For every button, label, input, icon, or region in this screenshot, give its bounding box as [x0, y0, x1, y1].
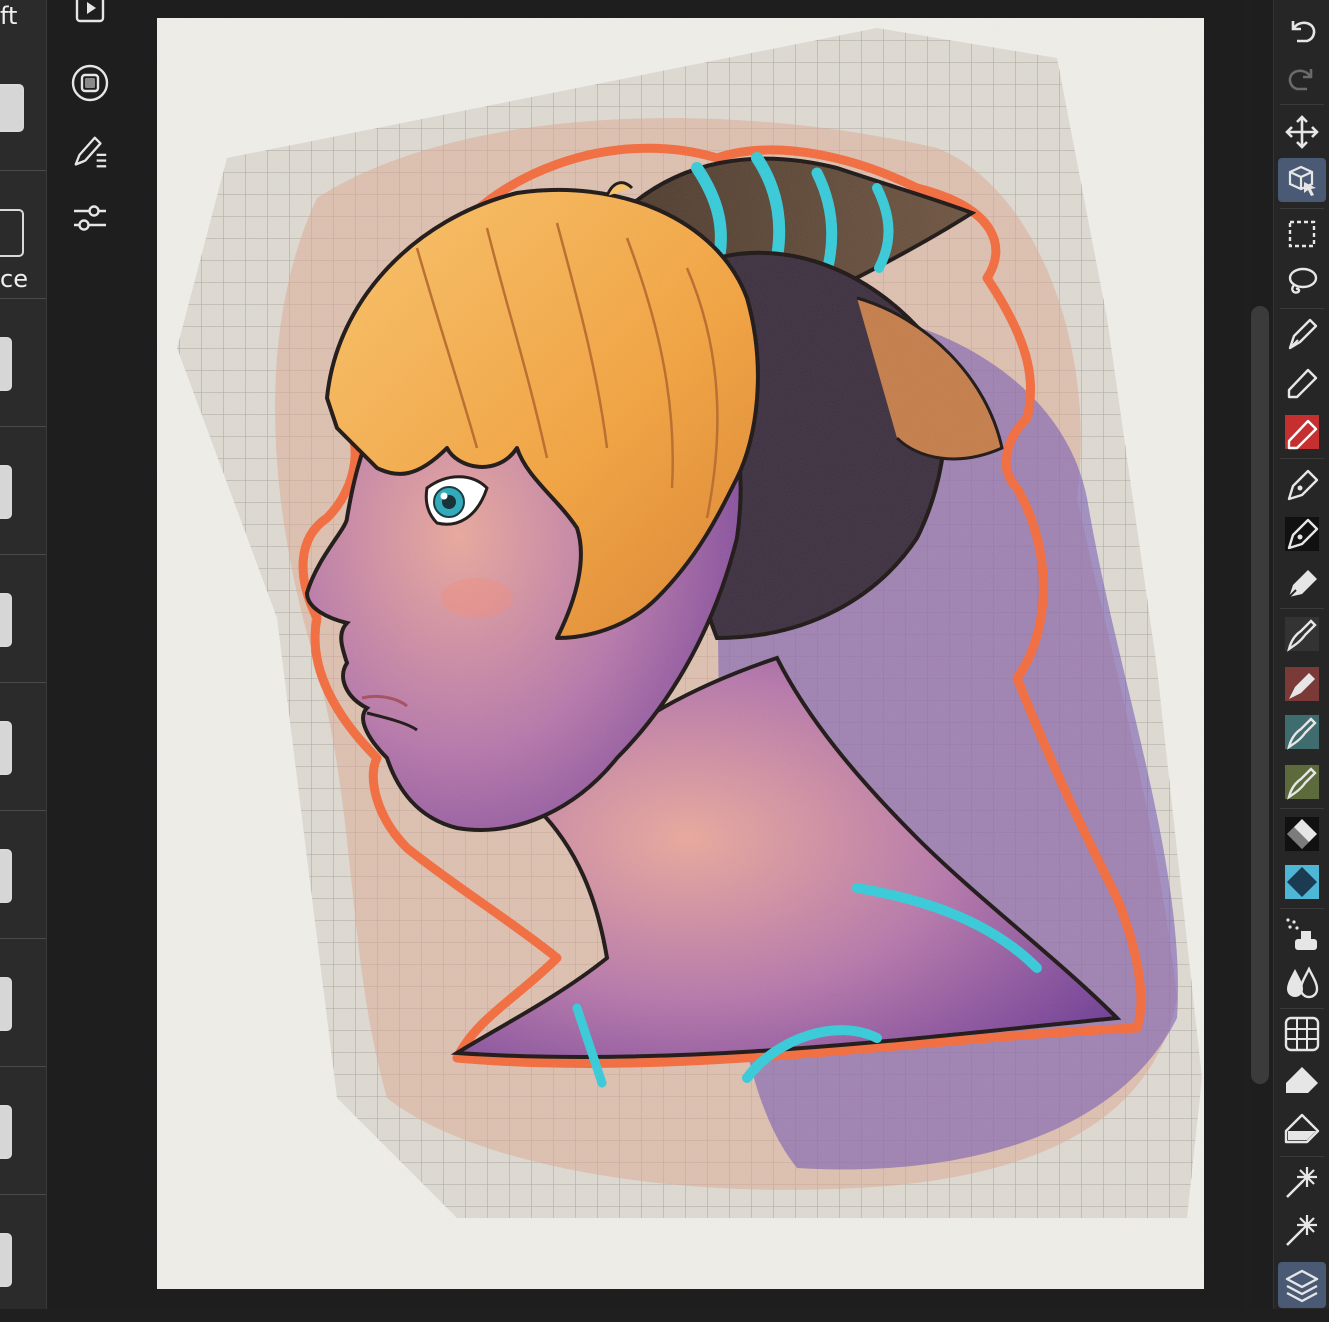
rect-select-icon[interactable]	[1278, 212, 1326, 256]
chisel-pen-icon[interactable]	[1278, 560, 1326, 604]
layer-thumb-cell[interactable]	[0, 44, 46, 171]
brush-green-icon[interactable]	[1278, 760, 1326, 804]
record-stop-icon[interactable]	[70, 63, 110, 103]
brush-teal-icon[interactable]	[1278, 710, 1326, 754]
layer-strip: ft ce	[0, 0, 47, 1309]
layer-thumbnail[interactable]	[0, 84, 24, 132]
marker-icon[interactable]	[1278, 360, 1326, 404]
redo-icon[interactable]	[1278, 56, 1326, 100]
layer-thumbnail[interactable]	[0, 977, 12, 1031]
magic-wand-alt-icon[interactable]	[1278, 1208, 1326, 1252]
layer-thumbnail[interactable]	[0, 465, 12, 519]
magic-wand-icon[interactable]	[1278, 1160, 1326, 1204]
move-icon[interactable]	[1278, 110, 1326, 154]
blue-eraser-icon[interactable]	[1278, 860, 1326, 904]
eraser-icon[interactable]	[1278, 812, 1326, 856]
scrollbar-thumb[interactable]	[1251, 306, 1269, 1084]
layer-thumbnail[interactable]	[0, 593, 12, 647]
pen-icon[interactable]	[1278, 312, 1326, 356]
brush-dark-icon[interactable]	[1278, 612, 1326, 656]
dark-pen-icon[interactable]	[1278, 512, 1326, 556]
layer-thumbnail[interactable]	[0, 721, 12, 775]
layer-thumbnail[interactable]	[0, 1233, 12, 1287]
layer-thumb-cell[interactable]	[0, 427, 46, 555]
fill-bucket-outline-icon[interactable]	[1278, 1108, 1326, 1152]
canvas-area[interactable]	[133, 0, 1245, 1309]
panel-label-middle: ce	[0, 265, 28, 293]
fill-bucket-icon[interactable]	[1278, 1060, 1326, 1104]
airbrush-icon[interactable]	[1278, 912, 1326, 956]
layer-thumb-cell[interactable]	[0, 1195, 46, 1322]
layer-thumb-cell[interactable]: ce	[0, 171, 46, 299]
layer-thumbnail[interactable]	[0, 849, 12, 903]
blend-drops-icon[interactable]	[1278, 960, 1326, 1004]
layer-thumbnail[interactable]	[0, 337, 12, 391]
layer-thumb-cell[interactable]	[0, 939, 46, 1067]
layer-thumb-cell[interactable]	[0, 299, 46, 427]
artwork-illustration	[157, 18, 1204, 1289]
layer-thumb-cell[interactable]	[0, 811, 46, 939]
panel-label-top: ft	[0, 2, 18, 30]
lasso-select-icon[interactable]	[1278, 260, 1326, 304]
brush-red-icon[interactable]	[1278, 662, 1326, 706]
layer-thumb-cell[interactable]	[0, 683, 46, 811]
layer-thumb-cell[interactable]	[0, 1067, 46, 1195]
tool-column	[47, 0, 133, 1309]
brush-settings-icon[interactable]	[70, 132, 110, 172]
layer-thumb-cell[interactable]	[0, 555, 46, 683]
transform-3d-icon[interactable]	[1278, 158, 1326, 202]
layers-icon[interactable]	[1278, 1262, 1326, 1308]
adjustment-sliders-icon[interactable]	[70, 198, 110, 238]
red-marker-icon[interactable]	[1278, 410, 1326, 454]
grid-icon[interactable]	[1278, 1012, 1326, 1056]
ink-pen-icon[interactable]	[1278, 462, 1326, 506]
play-frame-icon[interactable]	[70, 0, 110, 28]
undo-icon[interactable]	[1278, 8, 1326, 52]
layer-thumbnail[interactable]	[0, 1105, 12, 1159]
artwork-canvas[interactable]	[157, 18, 1204, 1289]
right-toolbar	[1273, 0, 1329, 1309]
layer-thumbnail[interactable]	[0, 209, 24, 257]
